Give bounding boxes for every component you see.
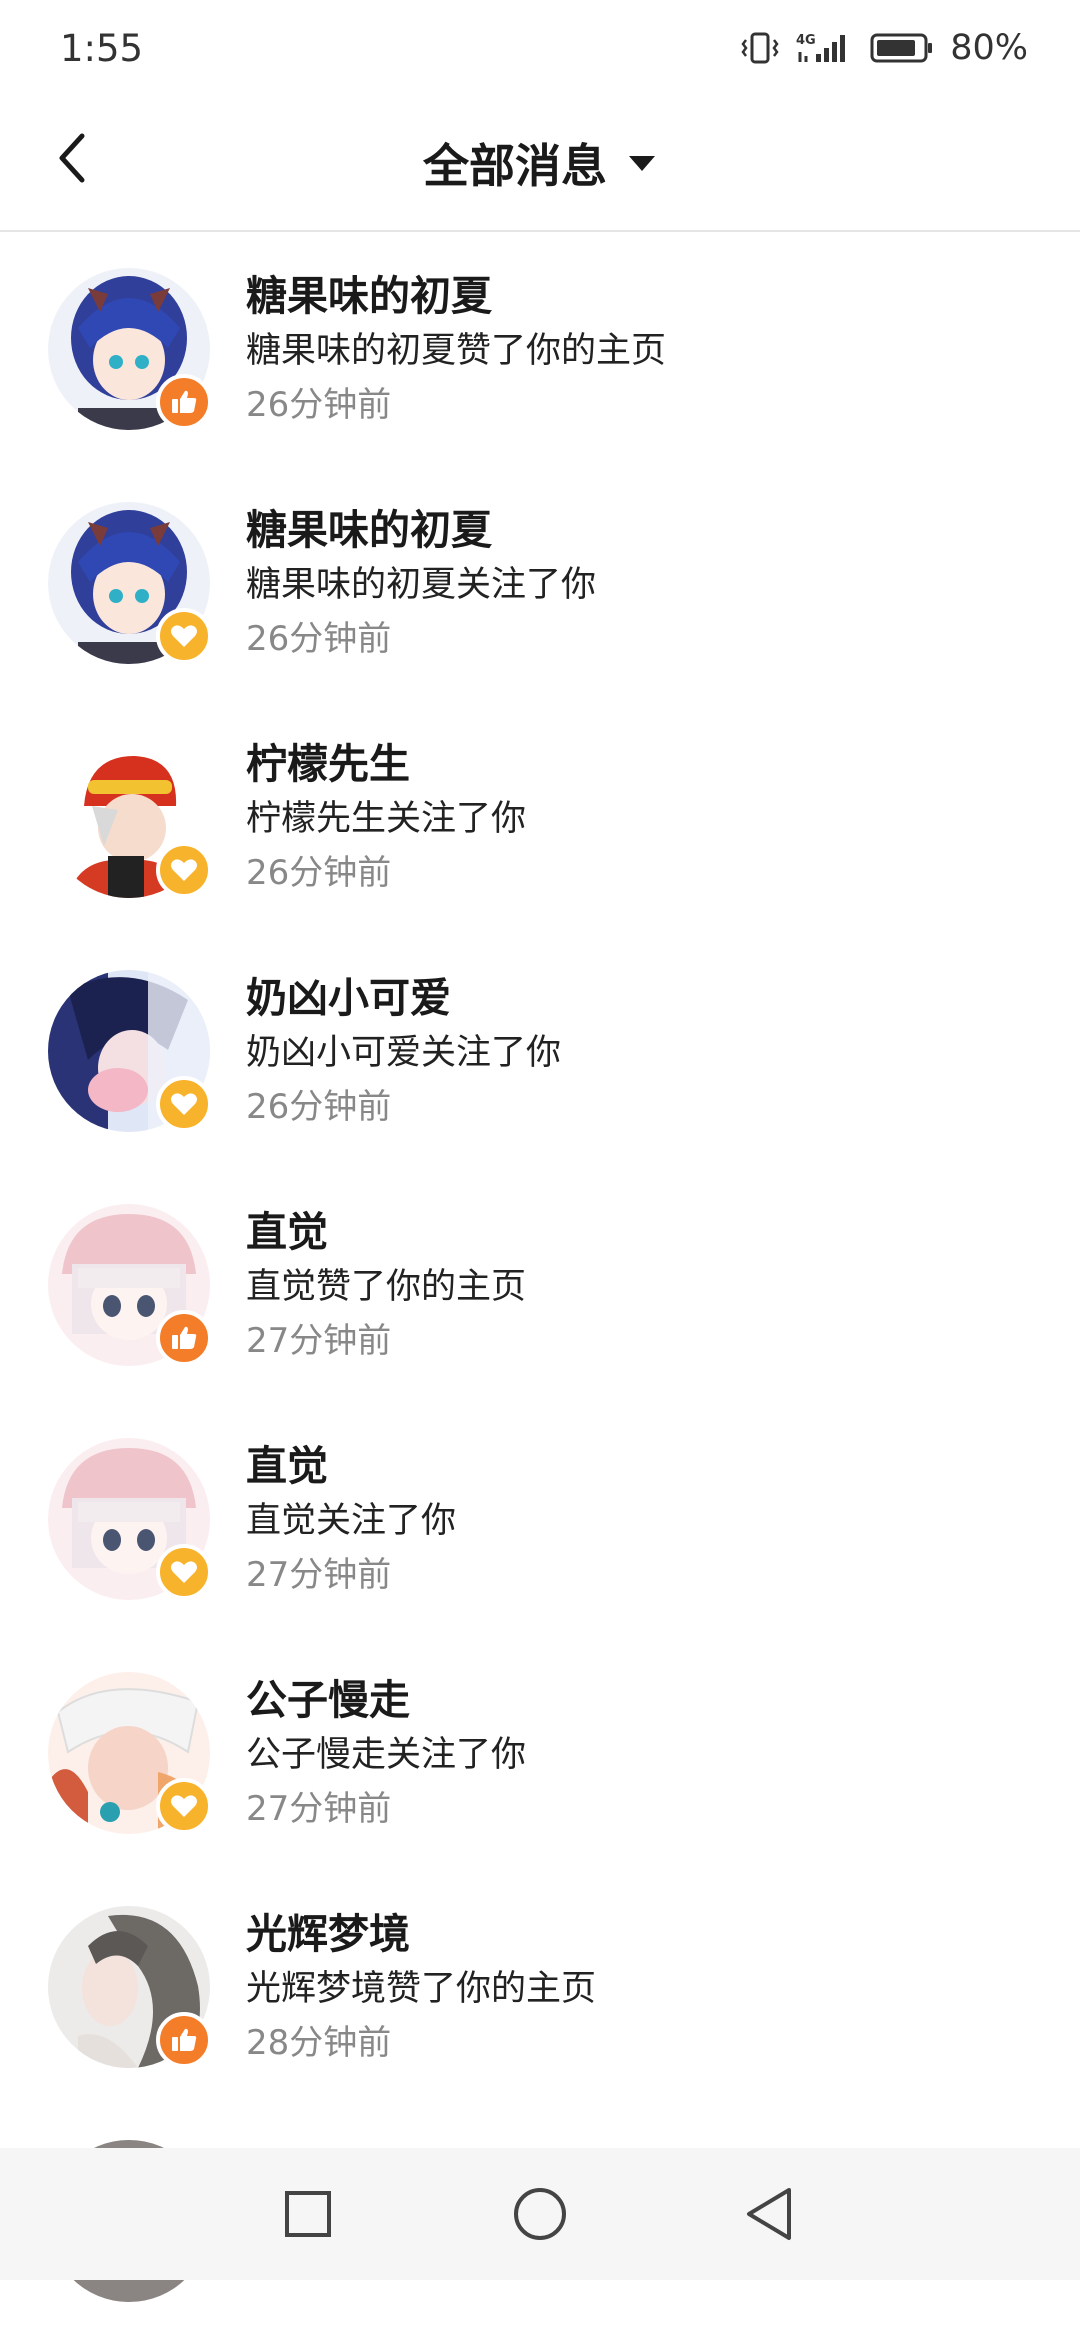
system-back-button[interactable] <box>740 2184 800 2244</box>
message-time: 26分钟前 <box>246 619 392 659</box>
message-item[interactable]: 柠檬先生 柠檬先生关注了你 26分钟前 <box>0 700 1080 934</box>
message-time: 28分钟前 <box>246 2023 392 2063</box>
thumbs-up-icon <box>172 1326 197 1349</box>
sender-name: 糖果味的初夏 <box>246 506 492 554</box>
follow-badge <box>156 842 212 898</box>
signal-4g-icon: 4G <box>796 33 846 62</box>
follow-badge <box>156 1076 212 1132</box>
sender-name: 奶凶小可爱 <box>246 974 451 1022</box>
heart-icon <box>171 625 197 647</box>
message-text: 柠檬先生关注了你 <box>246 799 527 839</box>
sender-name: 直觉 <box>246 1208 328 1256</box>
message-time: 27分钟前 <box>246 1789 392 1829</box>
message-text: 直觉赞了你的主页 <box>246 1267 527 1307</box>
avatar[interactable] <box>48 1906 212 2068</box>
status-icons: 4G 80% <box>740 28 1028 68</box>
avatar[interactable] <box>48 1204 212 1366</box>
message-time: 26分钟前 <box>246 385 392 425</box>
message-time: 27分钟前 <box>246 1321 392 1361</box>
thumbs-up-icon <box>172 390 197 413</box>
avatar[interactable] <box>48 268 212 430</box>
message-time: 27分钟前 <box>246 1555 392 1595</box>
network-label: 4G <box>796 33 816 48</box>
recents-button[interactable] <box>278 2184 338 2244</box>
follow-badge <box>156 608 212 664</box>
avatar[interactable] <box>48 502 212 664</box>
sender-name: 直觉 <box>246 1442 328 1490</box>
message-item[interactable]: 光辉梦境 光辉梦境赞了你的主页 28分钟前 <box>0 1870 1080 2104</box>
message-item[interactable]: 公子慢走 公子慢走关注了你 27分钟前 <box>0 1636 1080 1870</box>
back-triangle-icon <box>747 2188 791 2240</box>
vibrate-icon <box>741 32 779 64</box>
home-button[interactable] <box>510 2184 570 2244</box>
avatar[interactable] <box>48 1438 212 1600</box>
avatar[interactable] <box>48 970 212 1132</box>
sender-name: 公子慢走 <box>246 1676 410 1724</box>
message-text: 奶凶小可爱关注了你 <box>246 1033 562 1073</box>
recents-square-icon <box>285 2191 331 2237</box>
sender-name: 柠檬先生 <box>246 740 410 788</box>
message-text: 直觉关注了你 <box>246 1501 457 1541</box>
message-text: 公子慢走关注了你 <box>246 1735 527 1775</box>
follow-badge <box>156 1544 212 1600</box>
heart-icon <box>171 1795 197 1817</box>
thumbs-up-icon <box>172 2028 197 2051</box>
heart-icon <box>171 1093 197 1115</box>
caret-down-icon <box>629 156 655 171</box>
status-bar: 1:55 4G 80% <box>0 0 1080 96</box>
battery-percentage: 80% <box>950 28 1028 68</box>
message-text: 光辉梦境赞了你的主页 <box>246 1969 597 2009</box>
battery-icon <box>870 33 933 63</box>
message-text: 糖果味的初夏赞了你的主页 <box>246 331 667 371</box>
like-badge <box>156 1310 212 1366</box>
message-item[interactable]: 直觉 直觉关注了你 27分钟前 <box>0 1402 1080 1636</box>
heart-icon <box>171 1561 197 1583</box>
avatar[interactable] <box>48 1672 212 1834</box>
status-time: 1:55 <box>60 26 144 70</box>
message-item[interactable]: 直觉 直觉赞了你的主页 27分钟前 <box>0 1168 1080 1402</box>
message-time: 26分钟前 <box>246 1087 392 1127</box>
sender-name: 糖果味的初夏 <box>246 272 492 320</box>
system-nav-bar <box>0 2148 1080 2280</box>
message-list: 糖果味的初夏 糖果味的初夏赞了你的主页 26分钟前 糖果味的初夏 糖果味的初夏关… <box>0 232 1080 2338</box>
sender-name: 光辉梦境 <box>246 1910 410 1958</box>
message-item[interactable]: 糖果味的初夏 糖果味的初夏赞了你的主页 26分钟前 <box>0 232 1080 466</box>
message-time: 26分钟前 <box>246 853 392 893</box>
header-bar: 全部消息 <box>0 96 1080 232</box>
avatar[interactable] <box>48 736 212 898</box>
message-item[interactable]: 奶凶小可爱 奶凶小可爱关注了你 26分钟前 <box>0 934 1080 1168</box>
message-text: 糖果味的初夏关注了你 <box>246 565 597 605</box>
message-item[interactable]: 糖果味的初夏 糖果味的初夏关注了你 26分钟前 <box>0 466 1080 700</box>
heart-icon <box>171 859 197 881</box>
like-badge <box>156 2012 212 2068</box>
home-circle-icon <box>514 2188 566 2240</box>
like-badge <box>156 374 212 430</box>
follow-badge <box>156 1778 212 1834</box>
message-filter-dropdown[interactable]: 全部消息 <box>0 96 1080 230</box>
page-title: 全部消息 <box>423 139 607 193</box>
